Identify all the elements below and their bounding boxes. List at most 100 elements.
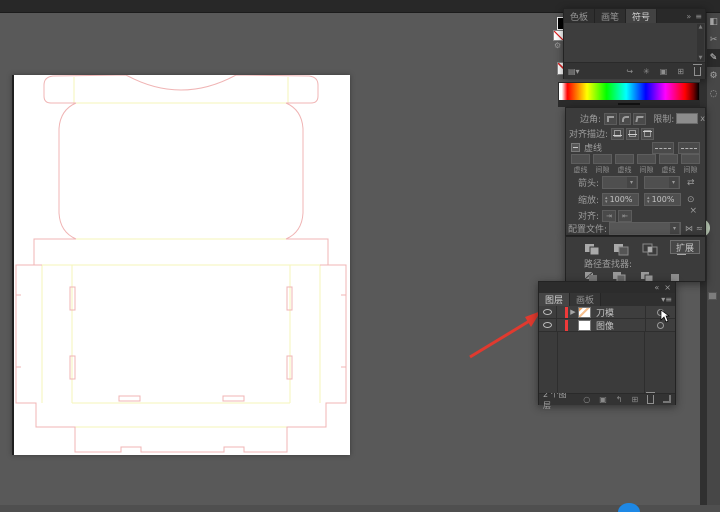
dash-preset-2-button[interactable] — [678, 142, 700, 154]
layer-thumbnail[interactable] — [578, 307, 591, 318]
panel-menu-icon[interactable]: ▾≡ — [661, 295, 672, 304]
tab-layers[interactable]: 图层 — [539, 293, 570, 306]
locate-object-icon[interactable]: ○ — [583, 395, 590, 404]
limit-suffix: x — [700, 114, 705, 123]
delete-symbol-icon[interactable] — [694, 67, 701, 76]
scroll-down-icon[interactable]: ▼ — [699, 55, 703, 61]
dash-input-3[interactable] — [659, 154, 678, 164]
layers-tabs: 图层 画板 ▾≡ — [539, 293, 675, 306]
dash-field-label: 间隙 — [637, 165, 656, 175]
link-scale-icon[interactable]: ⊙ — [687, 195, 695, 205]
new-sublayer-icon[interactable]: ↰ — [616, 395, 623, 404]
tab-symbols[interactable]: 符号 — [626, 9, 657, 23]
align-stroke-outside-button[interactable] — [641, 128, 654, 140]
visibility-eye-icon[interactable] — [543, 309, 552, 315]
miter-limit-input[interactable] — [676, 113, 698, 124]
dash-input-1[interactable] — [571, 154, 590, 164]
bevel-join-button[interactable] — [633, 113, 646, 125]
align-stroke-center-button[interactable] — [611, 128, 624, 140]
round-join-button[interactable] — [619, 113, 632, 125]
scissors-tool-icon[interactable]: ✂ — [707, 31, 720, 49]
swatch-panel-icon[interactable]: ◧ — [707, 13, 720, 31]
dash-preset-1-button[interactable] — [652, 142, 674, 154]
brush-panel-icon[interactable]: ✎ — [707, 49, 720, 67]
collapse-panel-icon[interactable]: » — [686, 12, 691, 21]
layer-name[interactable]: 刀模 — [596, 306, 645, 319]
layer-thumbnail[interactable] — [578, 320, 591, 331]
align-arrow-tip-button[interactable]: ⇥ — [602, 210, 616, 222]
symbols-list[interactable]: ▲ ▼ — [564, 23, 705, 62]
clipping-mask-icon[interactable]: ▣ — [599, 395, 607, 404]
expand-caret-icon[interactable]: ▶ — [568, 308, 578, 316]
break-link-icon[interactable]: ✳ — [643, 67, 650, 76]
mouse-cursor — [660, 309, 670, 323]
profile-dropdown[interactable]: ▾ — [609, 222, 681, 235]
new-symbol-icon[interactable]: ⊞ — [677, 67, 684, 76]
dash-input-2[interactable] — [615, 154, 634, 164]
flip-across-icon[interactable]: ⋈ — [685, 224, 693, 233]
layer-row-image[interactable]: 图像 — [539, 319, 675, 332]
arrowhead-start-dropdown[interactable]: ▾ — [602, 176, 638, 189]
visibility-eye-icon[interactable] — [543, 322, 552, 328]
close-icon[interactable]: × — [689, 206, 697, 216]
expand-button[interactable]: 扩展 — [670, 240, 700, 254]
symbol-options-icon[interactable]: ▣ — [660, 67, 668, 76]
miter-join-button[interactable] — [604, 113, 617, 125]
gear-icon: ⚙ — [554, 41, 561, 50]
stroke-panel: 边角: 限制: x 对齐描边: 虚线 虚线 间隙 虚线 间隙 虚线 间隙 箭头: — [565, 107, 706, 236]
collapsed-panel-icon[interactable] — [708, 292, 717, 300]
tab-swatches[interactable]: 色板 — [564, 9, 595, 23]
limit-label: 限制: — [653, 112, 674, 125]
symbol-libraries-icon[interactable]: ▤▾ — [568, 67, 580, 76]
place-symbol-icon[interactable]: ↪ — [626, 67, 633, 76]
dashed-line-checkbox[interactable] — [571, 143, 580, 152]
align-arrow-end-button[interactable]: ⇤ — [618, 210, 632, 222]
new-layer-icon[interactable]: ⊞ — [631, 395, 638, 404]
gap-input-3[interactable] — [681, 154, 700, 164]
circle-panel-icon[interactable]: ◌ — [707, 85, 720, 103]
dash-field-label: 虚线 — [571, 165, 590, 175]
collapse-icon[interactable]: « — [654, 283, 659, 292]
symbols-footer: ▤▾ ↪ ✳ ▣ ⊞ — [564, 62, 705, 79]
align-arrow-label: 对齐: — [578, 209, 599, 222]
gap-input-1[interactable] — [593, 154, 612, 164]
layer-name[interactable]: 图像 — [596, 319, 645, 332]
color-spectrum[interactable] — [558, 82, 700, 101]
gear-panel-icon[interactable]: ⚙ — [707, 67, 720, 85]
intersect-shape-icon[interactable] — [642, 243, 658, 256]
status-bar — [0, 505, 720, 512]
dash-field-label: 虚线 — [615, 165, 634, 175]
arrow-scale-start-stepper[interactable]: ▴▾100% — [602, 193, 639, 206]
close-icon[interactable]: × — [664, 283, 671, 292]
dashed-line-label: 虚线 — [584, 141, 602, 154]
flip-along-icon[interactable]: ≈ — [696, 224, 703, 233]
tab-artboards[interactable]: 画板 — [570, 293, 601, 306]
layer-row-diecut[interactable]: ▶ 刀模 — [539, 306, 675, 319]
corner-label: 边角: — [580, 112, 601, 125]
tab-brushes[interactable]: 画笔 — [595, 9, 626, 23]
align-stroke-label: 对齐描边: — [569, 127, 608, 140]
scale-label: 缩放: — [578, 193, 599, 206]
panel-group-symbols: 色板 画笔 符号 » ≡ ▲ ▼ ▤▾ ↪ ✳ ▣ ⊞ — [563, 8, 706, 79]
artboard[interactable] — [12, 75, 350, 455]
resize-grip[interactable] — [663, 395, 671, 403]
delete-layer-icon[interactable] — [647, 395, 654, 404]
minus-front-shape-icon[interactable] — [613, 243, 629, 256]
swap-arrowheads-icon[interactable]: ⇄ — [687, 178, 695, 188]
panel-menu-icon[interactable]: ≡ — [695, 12, 702, 21]
scroll-up-icon[interactable]: ▲ — [699, 24, 703, 30]
unite-shape-icon[interactable] — [584, 243, 600, 256]
dash-field-label: 虚线 — [659, 165, 678, 175]
dieline-drawing — [14, 75, 352, 455]
symbols-scrollbar[interactable]: ▲ ▼ — [697, 24, 704, 61]
arrow-scale-end-stepper[interactable]: ▴▾100% — [644, 193, 681, 206]
arrowhead-end-dropdown[interactable]: ▾ — [644, 176, 680, 189]
panel-dock: ◧ ✂ ✎ ⚙ ◌ — [707, 13, 720, 505]
dash-field-label: 间隙 — [681, 165, 700, 175]
layer-color-bar — [565, 320, 568, 331]
gap-input-2[interactable] — [637, 154, 656, 164]
align-stroke-inside-button[interactable] — [626, 128, 639, 140]
layers-statusbar: 2 个图层 ○ ▣ ↰ ⊞ — [539, 393, 675, 405]
profile-label: 配置文件: — [568, 222, 607, 235]
arrowheads-label: 箭头: — [578, 176, 599, 189]
